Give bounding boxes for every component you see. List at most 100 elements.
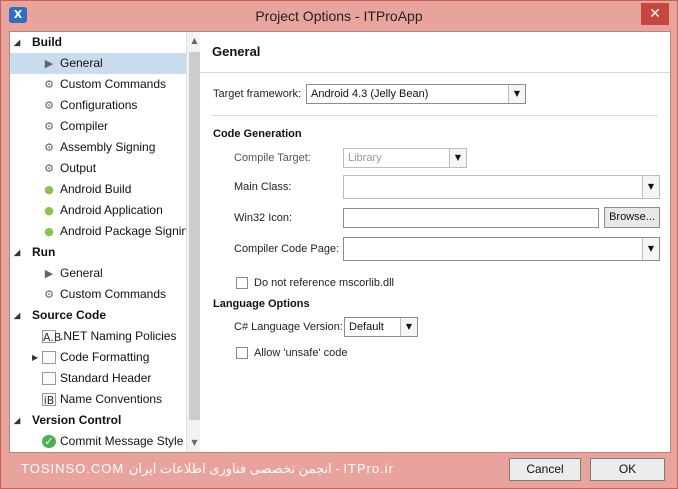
tree-item-label: Custom Commands xyxy=(60,287,167,301)
main-class-combo[interactable]: ▼ xyxy=(343,175,660,199)
compile-target-select[interactable]: Library ▼ xyxy=(343,148,467,168)
page-title: General xyxy=(212,44,261,59)
main-class-label: Main Class: xyxy=(234,181,292,193)
dropdown-arrow-icon: ▼ xyxy=(449,149,466,167)
tree-category-source-code[interactable]: ◢ Source Code xyxy=(10,305,186,326)
title-bar: X Project Options - ITProApp ✕ xyxy=(1,1,677,30)
dialog-footer: TOSINSO.COM انجمن تخصصی فناوری اطلاعات ا… xyxy=(1,453,677,488)
tree-category-version-control[interactable]: ◢ Version Control xyxy=(10,410,186,431)
tree-item-run-custom-commands[interactable]: ⚙ Custom Commands xyxy=(10,284,186,305)
dialog-body: ◢ Build ▶ General ⚙ Custom Commands ⚙ Co… xyxy=(9,31,671,453)
tree-item-standard-header[interactable]: Standard Header xyxy=(10,368,186,389)
tree-item-naming-policies[interactable]: A.B .NET Naming Policies xyxy=(10,326,186,347)
tree-item-output[interactable]: ⚙ Output xyxy=(10,158,186,179)
gear-icon: ⚙ xyxy=(44,99,54,112)
category-label: Source Code xyxy=(32,308,107,322)
tree-item-label: Android Application xyxy=(60,203,163,217)
collapse-arrow-icon[interactable]: ◢ xyxy=(14,242,20,263)
check-circle-icon: ✓ xyxy=(42,435,56,448)
window-title: Project Options - ITProApp xyxy=(255,8,423,24)
ok-button[interactable]: OK xyxy=(590,458,665,481)
tree-item-label: Compiler xyxy=(60,119,109,133)
scroll-thumb[interactable] xyxy=(189,52,200,420)
tree-item-label: Name Conventions xyxy=(60,392,163,406)
gear-icon: ⚙ xyxy=(44,162,54,175)
compiler-code-page-combo[interactable]: ▼ xyxy=(343,237,660,261)
tree-item-label: Custom Commands xyxy=(60,77,167,91)
tree-item-code-formatting[interactable]: ▶ Code Formatting xyxy=(10,347,186,368)
tree-item-android-build[interactable]: ● Android Build xyxy=(10,179,186,200)
browse-button[interactable]: Browse... xyxy=(604,207,660,228)
play-icon: ▶ xyxy=(44,57,54,70)
tree-item-label: Commit Message Style xyxy=(60,434,184,448)
collapse-arrow-icon[interactable]: ◢ xyxy=(14,305,20,326)
collapse-arrow-icon[interactable]: ◢ xyxy=(14,410,20,431)
collapse-arrow-icon[interactable]: ◢ xyxy=(14,32,20,53)
dropdown-arrow-icon: ▼ xyxy=(642,238,659,260)
divider xyxy=(212,115,658,116)
document-icon xyxy=(42,372,56,385)
tree-item-custom-commands[interactable]: ⚙ Custom Commands xyxy=(10,74,186,95)
gear-icon: ⚙ xyxy=(44,78,54,91)
tree-item-label: Standard Header xyxy=(60,371,152,385)
no-mscorlib-label: Do not reference mscorlib.dll xyxy=(254,277,395,289)
win32-icon-input[interactable] xyxy=(343,208,599,228)
naming-icon: iB xyxy=(42,393,56,407)
target-framework-label: Target framework: xyxy=(213,88,302,100)
gear-icon: ⚙ xyxy=(44,141,54,154)
gear-icon: ⚙ xyxy=(44,120,54,133)
select-value: Default xyxy=(349,321,384,333)
language-options-heading: Language Options xyxy=(213,298,310,310)
code-generation-heading: Code Generation xyxy=(213,128,302,140)
tree-item-label: Output xyxy=(60,161,97,175)
options-tree: ◢ Build ▶ General ⚙ Custom Commands ⚙ Co… xyxy=(10,32,202,452)
tree-item-label: Android Build xyxy=(60,182,132,196)
tree-item-android-package-signing[interactable]: ● Android Package Signing xyxy=(10,221,195,242)
tree-category-build[interactable]: ◢ Build xyxy=(10,32,186,53)
tree-item-name-conventions[interactable]: iB Name Conventions xyxy=(10,389,186,410)
tree-item-label: Code Formatting xyxy=(60,350,150,364)
tree-item-label: Configurations xyxy=(60,98,138,112)
gear-icon: ⚙ xyxy=(44,288,54,301)
tree-item-label: .NET Naming Policies xyxy=(60,329,177,343)
target-framework-select[interactable]: Android 4.3 (Jelly Bean) ▼ xyxy=(306,84,526,104)
tree-item-build-general[interactable]: ▶ General xyxy=(10,53,186,74)
compiler-code-page-label: Compiler Code Page: xyxy=(234,243,340,255)
category-label: Version Control xyxy=(32,413,122,427)
tree-item-run-general[interactable]: ▶ General xyxy=(10,263,186,284)
dropdown-arrow-icon: ▼ xyxy=(400,318,417,336)
tree-item-compiler[interactable]: ⚙ Compiler xyxy=(10,116,186,137)
dropdown-arrow-icon: ▼ xyxy=(508,85,525,103)
compile-target-label: Compile Target: xyxy=(234,152,311,164)
project-options-window: X Project Options - ITProApp ✕ ◢ Build ▶… xyxy=(0,0,678,489)
tree-item-label: Android Package Signing xyxy=(60,224,195,238)
category-label: Run xyxy=(32,245,56,259)
dropdown-arrow-icon: ▼ xyxy=(642,176,659,198)
tree-item-label: General xyxy=(60,56,103,70)
play-icon: ▶ xyxy=(44,267,54,280)
win32-icon-label: Win32 Icon: xyxy=(234,212,293,224)
close-button[interactable]: ✕ xyxy=(641,3,669,25)
tree-category-run[interactable]: ◢ Run xyxy=(10,242,186,263)
android-icon: ● xyxy=(44,204,54,217)
select-value: Android 4.3 (Jelly Bean) xyxy=(311,88,429,100)
document-icon xyxy=(42,351,56,364)
tree-item-label: General xyxy=(60,266,103,280)
tree-item-commit-message-style[interactable]: ✓ Commit Message Style xyxy=(10,431,186,452)
csharp-version-label: C# Language Version: xyxy=(234,321,343,333)
tree-item-android-application[interactable]: ● Android Application xyxy=(10,200,186,221)
cancel-button[interactable]: Cancel xyxy=(509,458,581,481)
allow-unsafe-checkbox[interactable] xyxy=(236,347,248,359)
allow-unsafe-label: Allow 'unsafe' code xyxy=(254,347,348,359)
expand-arrow-icon[interactable]: ▶ xyxy=(32,347,38,368)
tree-item-assembly-signing[interactable]: ⚙ Assembly Signing xyxy=(10,137,186,158)
tree-item-configurations[interactable]: ⚙ Configurations xyxy=(10,95,186,116)
naming-icon: A.B xyxy=(42,330,62,344)
no-mscorlib-checkbox[interactable] xyxy=(236,277,248,289)
settings-panel: General Target framework: Android 4.3 (J… xyxy=(200,32,670,452)
select-value: Library xyxy=(348,152,382,164)
android-icon: ● xyxy=(44,183,54,196)
csharp-version-select[interactable]: Default ▼ xyxy=(344,317,418,337)
android-icon: ● xyxy=(44,225,54,238)
panel-header: General xyxy=(200,32,670,73)
